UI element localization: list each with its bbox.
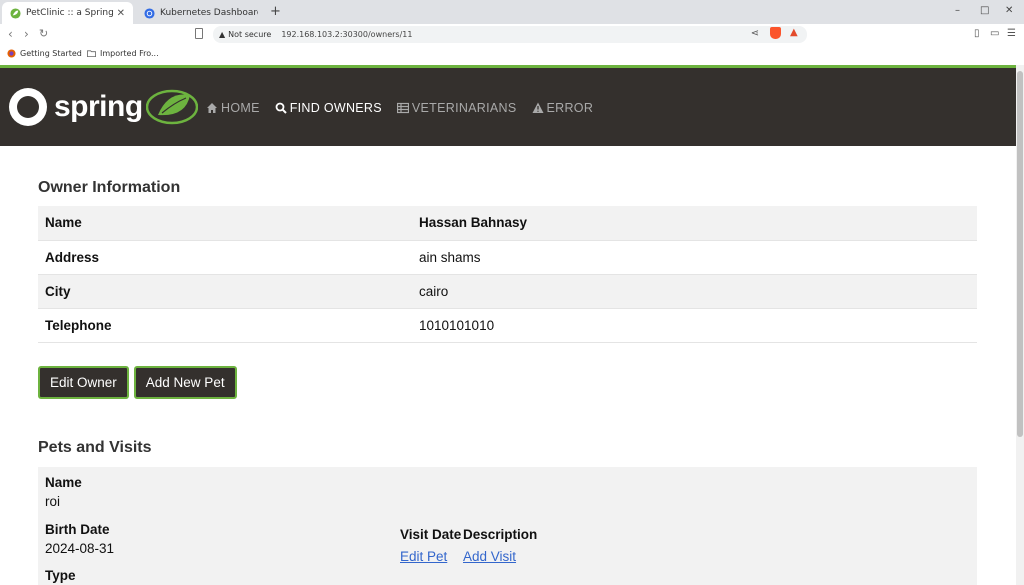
close-icon[interactable]: ✕ bbox=[117, 8, 125, 19]
wallet-icon[interactable]: ▭ bbox=[990, 28, 999, 39]
brave-shield-icon[interactable] bbox=[770, 27, 781, 39]
nav-find-owners[interactable]: FIND OWNERS bbox=[275, 101, 382, 115]
scrollbar-thumb[interactable] bbox=[1017, 71, 1023, 437]
logo-text: spring bbox=[54, 90, 143, 123]
pet-name-label: Name bbox=[45, 475, 82, 490]
spring-leaf-icon bbox=[10, 7, 21, 19]
owner-info-table: Name Hassan Bahnasy Address ain shams Ci… bbox=[38, 206, 977, 343]
tab-petclinic[interactable]: PetClinic :: a Spring Fram ✕ bbox=[2, 2, 133, 24]
pet-birth-date-value: 2024-08-31 bbox=[45, 541, 115, 556]
security-label: Not secure bbox=[228, 30, 272, 39]
owner-name-value: Hassan Bahnasy bbox=[419, 215, 528, 231]
bookmarks-bar: Getting Started Imported Fro... bbox=[0, 45, 1024, 65]
tab-kubernetes[interactable]: Kubernetes Dashboard bbox=[136, 2, 266, 24]
bookmark-icon[interactable] bbox=[195, 28, 203, 39]
spring-logo[interactable]: spring bbox=[9, 88, 198, 126]
sidebar-icon[interactable]: ▯ bbox=[974, 28, 980, 39]
browser-toolbar: ‹ › ↻ ▲ Not secure 192.168.103.2:30300/o… bbox=[0, 24, 1024, 45]
add-visit-link[interactable]: Add Visit bbox=[463, 549, 516, 564]
table-row: Name Hassan Bahnasy bbox=[38, 206, 977, 240]
share-icon[interactable]: ⋖ bbox=[751, 28, 759, 39]
warning-icon: ▲ bbox=[219, 30, 226, 39]
maximize-button[interactable]: □ bbox=[980, 5, 989, 16]
add-new-pet-button[interactable]: Add New Pet bbox=[133, 366, 237, 399]
visit-date-header: Visit Date bbox=[400, 527, 462, 542]
nav-veterinarians-label: VETERINARIANS bbox=[411, 101, 517, 115]
window-close-button[interactable]: ✕ bbox=[1005, 5, 1013, 16]
bookmark-label: Imported Fro... bbox=[100, 49, 159, 58]
tab-label: Kubernetes Dashboard bbox=[160, 8, 258, 18]
pets-and-visits-heading: Pets and Visits bbox=[38, 439, 152, 456]
address-bar[interactable]: ▲ Not secure 192.168.103.2:30300/owners/… bbox=[213, 26, 807, 43]
table-row: Address ain shams bbox=[38, 240, 977, 274]
url-text: 192.168.103.2:30300/owners/11 bbox=[281, 30, 413, 39]
pet-birth-date-label: Birth Date bbox=[45, 522, 110, 537]
main-navbar: spring HOME FIND OWNERS VETERINARIANS ER… bbox=[0, 65, 1016, 146]
forward-icon[interactable]: › bbox=[24, 27, 29, 41]
owner-telephone-value: 1010101010 bbox=[419, 317, 495, 333]
owner-name-label: Name bbox=[45, 215, 82, 231]
page-scrollbar[interactable] bbox=[1016, 65, 1024, 585]
new-tab-button[interactable]: + bbox=[270, 4, 281, 19]
petclinic-leaf-icon bbox=[145, 89, 198, 125]
bookmark-label: Getting Started bbox=[20, 49, 82, 58]
pet-name-value: roi bbox=[45, 494, 61, 509]
search-icon bbox=[275, 102, 287, 114]
visit-description-header: Description bbox=[463, 527, 538, 542]
owner-telephone-label: Telephone bbox=[45, 317, 112, 333]
owner-city-label: City bbox=[45, 283, 71, 299]
edit-owner-button[interactable]: Edit Owner bbox=[38, 366, 129, 399]
list-icon bbox=[396, 102, 409, 114]
brave-rewards-icon[interactable]: ▲ bbox=[790, 27, 798, 38]
nav-home[interactable]: HOME bbox=[206, 101, 260, 115]
firefox-icon bbox=[7, 49, 16, 58]
back-icon[interactable]: ‹ bbox=[8, 27, 13, 41]
minimize-button[interactable]: – bbox=[955, 5, 960, 16]
spring-power-icon bbox=[9, 88, 47, 126]
pet-name-field: Name roi bbox=[45, 475, 82, 509]
bookmark-getting-started[interactable]: Getting Started bbox=[7, 49, 82, 58]
tab-label: PetClinic :: a Spring Fram bbox=[26, 8, 113, 18]
owner-actions: Edit Owner Add New Pet bbox=[38, 366, 237, 399]
table-row: Telephone 1010101010 bbox=[38, 308, 977, 342]
page-viewport: spring HOME FIND OWNERS VETERINARIANS ER… bbox=[0, 65, 1016, 585]
owner-city-value: cairo bbox=[419, 283, 449, 299]
owner-information-heading: Owner Information bbox=[38, 179, 181, 196]
nav-find-owners-label: FIND OWNERS bbox=[289, 101, 382, 115]
home-icon bbox=[207, 103, 217, 113]
nav-error[interactable]: ERROR bbox=[532, 101, 594, 115]
nav-home-label: HOME bbox=[221, 101, 260, 115]
folder-icon bbox=[87, 50, 96, 58]
pet-row: Name roi Birth Date 2024-08-31 Type Visi… bbox=[38, 467, 977, 585]
owner-address-label: Address bbox=[45, 249, 100, 265]
kubernetes-icon bbox=[144, 7, 155, 19]
browser-tab-bar: PetClinic :: a Spring Fram ✕ Kubernetes … bbox=[0, 0, 1024, 24]
reload-icon[interactable]: ↻ bbox=[39, 27, 48, 40]
owner-address-value: ain shams bbox=[419, 249, 481, 265]
nav-menu: HOME FIND OWNERS VETERINARIANS ERROR bbox=[206, 101, 593, 115]
edit-pet-link[interactable]: Edit Pet bbox=[400, 549, 447, 564]
table-row: City cairo bbox=[38, 274, 977, 308]
bookmark-imported[interactable]: Imported Fro... bbox=[87, 49, 159, 58]
pet-birth-date-field: Birth Date 2024-08-31 bbox=[45, 522, 114, 556]
nav-error-label: ERROR bbox=[546, 101, 594, 115]
warning-icon bbox=[532, 102, 544, 113]
nav-veterinarians[interactable]: VETERINARIANS bbox=[396, 101, 517, 115]
pet-type-label: Type bbox=[45, 568, 76, 583]
pet-type-field: Type bbox=[45, 568, 76, 583]
menu-icon[interactable]: ☰ bbox=[1007, 28, 1016, 39]
